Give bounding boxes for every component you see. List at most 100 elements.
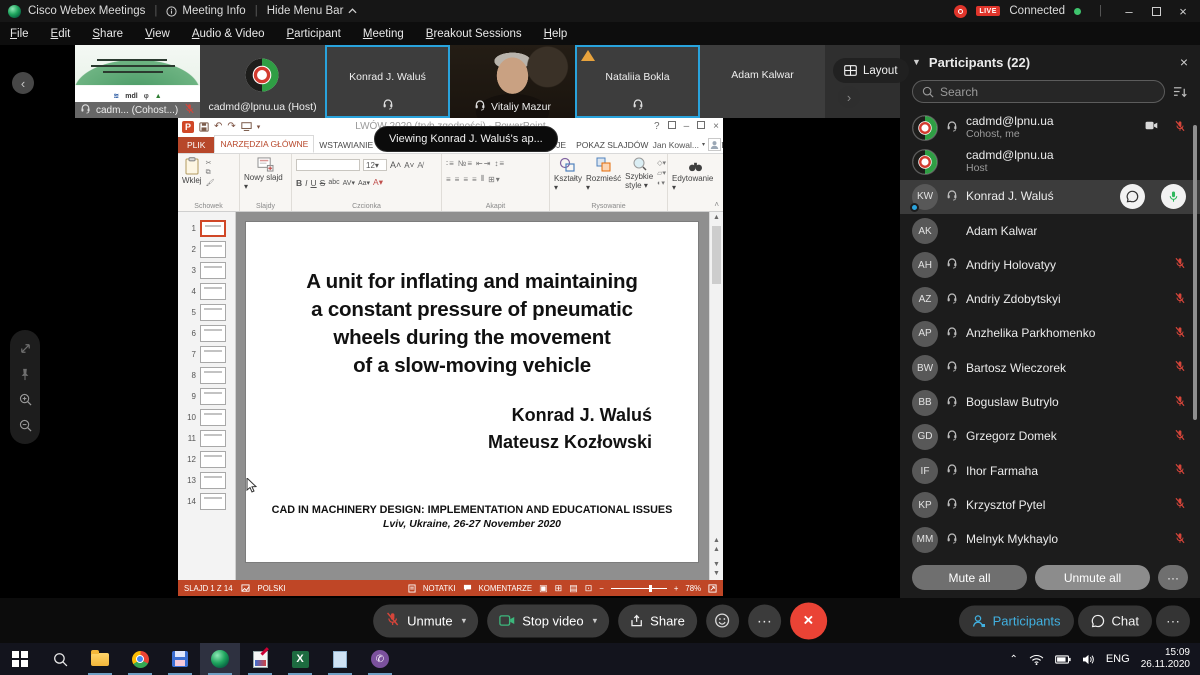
cut-icon[interactable]: ✂ <box>206 159 215 167</box>
taskbar-notepad-button[interactable] <box>320 643 360 675</box>
video-thumb-vitaliy[interactable]: Vitaliy Mazur <box>450 45 575 118</box>
align-right-button[interactable]: ≡ <box>463 175 469 184</box>
search-input[interactable] <box>940 85 1155 99</box>
char-spacing-button[interactable]: AV▾ <box>343 179 355 187</box>
collapse-ribbon-icon[interactable]: ˄ <box>714 200 719 209</box>
comments-button[interactable]: KOMENTARZE <box>479 584 533 593</box>
panel-scrollbar[interactable] <box>1193 125 1197 420</box>
slide-thumbnail-13[interactable]: 13 <box>178 470 235 491</box>
participant-row[interactable]: KPKrzysztof Pytel <box>900 488 1200 522</box>
slide[interactable]: A unit for inflating and maintaining a c… <box>246 222 698 562</box>
layout-button[interactable]: Layout <box>833 58 909 83</box>
slide-sorter-icon[interactable]: ⊞ <box>555 583 563 594</box>
taskbar-search-button[interactable] <box>40 643 80 675</box>
slideshow-icon[interactable]: ⊡ <box>585 583 593 594</box>
start-slideshow-icon[interactable] <box>241 122 252 131</box>
pan-icon[interactable] <box>19 342 32 355</box>
menu-share[interactable]: Share <box>92 28 123 40</box>
panel-more-button[interactable]: ··· <box>1156 605 1190 636</box>
quick-styles-button[interactable]: Szybkie style ▾ <box>625 157 653 190</box>
taskbar-excel-button[interactable]: X <box>280 643 320 675</box>
strikethrough-button[interactable]: S <box>320 178 326 188</box>
slide-thumbnail-6[interactable]: 6 <box>178 323 235 344</box>
shadow-button[interactable]: abc <box>328 179 339 186</box>
participant-row[interactable]: MMMelnyk Mykhaylo <box>900 523 1200 557</box>
format-painter-icon[interactable]: 🖌︎ <box>206 179 215 187</box>
participant-row[interactable]: BWBartosz Wieczorek <box>900 351 1200 385</box>
participants-toggle-button[interactable]: Participants <box>959 605 1074 636</box>
participant-row[interactable]: AHAndriy Holovatyy <box>900 248 1200 282</box>
qat-more-icon[interactable]: ▾ <box>257 123 261 131</box>
font-name-select[interactable] <box>296 159 360 171</box>
arrange-button[interactable]: Rozmieść ▾ <box>586 157 621 192</box>
participant-row[interactable]: AKAdam Kalwar <box>900 214 1200 248</box>
slide-thumbnail-1[interactable]: 1 <box>178 218 235 239</box>
ppt-tab-pokaz-slajdów[interactable]: POKAZ SLAJDÓW <box>571 137 653 153</box>
slide-thumbnail-5[interactable]: 5 <box>178 302 235 323</box>
close-button[interactable]: × <box>1174 4 1192 19</box>
ppt-tab-wstawianie[interactable]: WSTAWIANIE <box>314 137 378 153</box>
align-left-button[interactable]: ≡ <box>446 175 452 184</box>
mic-on-button[interactable] <box>1161 184 1186 209</box>
numbering-button[interactable]: №≡ <box>458 159 473 168</box>
stop-video-button[interactable]: Stop video▾ <box>487 604 609 637</box>
normal-view-icon[interactable]: ▣ <box>539 583 548 594</box>
collapse-panel-icon[interactable]: ▼ <box>912 57 921 67</box>
close-panel-button[interactable]: × <box>1180 54 1188 70</box>
ppt-help-button[interactable]: ? <box>654 121 660 132</box>
taskbar-viber-button[interactable]: ✆ <box>360 643 400 675</box>
grow-font-button[interactable]: A˄ <box>390 160 401 170</box>
clear-format-button[interactable]: A̸ <box>417 160 423 170</box>
ppt-restore-button[interactable] <box>697 121 705 132</box>
copy-icon[interactable]: ⧉ <box>206 169 215 177</box>
participant-row[interactable]: IFIhor Farmaha <box>900 454 1200 488</box>
video-thumb-adam[interactable]: Adam Kalwar <box>700 45 825 118</box>
taskbar-chrome-button[interactable] <box>120 643 160 675</box>
change-case-button[interactable]: Aa▾ <box>358 179 370 187</box>
italic-button[interactable]: I <box>305 178 307 188</box>
participant-row[interactable]: BBBoguslaw Butrylo <box>900 385 1200 419</box>
ppt-vertical-scrollbar[interactable]: ▲ ▲▲ ▼▼ <box>709 212 723 580</box>
menu-file[interactable]: File <box>10 28 29 40</box>
reactions-button[interactable] <box>706 604 739 637</box>
slide-thumbnail-10[interactable]: 10 <box>178 407 235 428</box>
shrink-font-button[interactable]: A˅ <box>404 161 414 170</box>
filmstrip-next-button[interactable]: › <box>838 86 860 108</box>
ppt-minimize-button[interactable]: – <box>684 121 690 132</box>
sort-icon[interactable] <box>1173 85 1188 99</box>
meeting-info-button[interactable]: Meeting Info <box>166 5 245 17</box>
bullets-button[interactable]: ∶≡ <box>446 159 455 168</box>
keyboard-language[interactable]: ENG <box>1106 653 1130 665</box>
new-slide-button[interactable]: Nowy slajd ▾ <box>244 157 287 191</box>
participant-row[interactable]: cadmd@lpnu.uaHost <box>900 145 1200 179</box>
menu-participant[interactable]: Participant <box>287 28 341 40</box>
shape-fill-button[interactable]: ◇▾ <box>657 159 666 167</box>
zoom-out-button[interactable]: − <box>599 584 604 593</box>
text-direction-button[interactable]: ⊞▾ <box>488 175 501 184</box>
zoom-level[interactable]: 78% <box>685 584 701 593</box>
columns-button[interactable]: ⫴ <box>481 174 485 184</box>
language-status[interactable]: POLSKI <box>258 584 286 593</box>
speaker-icon[interactable] <box>1082 654 1095 665</box>
participant-row[interactable]: GDGrzegorz Domek <box>900 420 1200 454</box>
participant-row[interactable]: KWKonrad J. Waluś <box>900 180 1200 214</box>
taskbar-clock[interactable]: 15:0926.11.2020 <box>1141 647 1190 671</box>
unmute-button[interactable]: Unmute▾ <box>373 604 478 637</box>
paste-button[interactable]: Wklej <box>182 157 202 185</box>
scroll-up-icon[interactable]: ▲ <box>710 213 723 222</box>
undo-icon[interactable]: ↶ <box>214 121 222 132</box>
participants-more-button[interactable]: ··· <box>1158 565 1188 590</box>
ppt-tab-plik[interactable]: PLIK <box>178 137 214 153</box>
redo-icon[interactable]: ↷ <box>227 121 235 132</box>
menu-audio-video[interactable]: Audio & Video <box>192 28 265 40</box>
tray-expand-icon[interactable]: ⌃ <box>1009 654 1017 665</box>
bold-button[interactable]: B <box>296 178 302 188</box>
taskbar-save-app-button[interactable] <box>160 643 200 675</box>
zoom-out-icon[interactable] <box>19 419 32 432</box>
slide-thumbnail-7[interactable]: 7 <box>178 344 235 365</box>
font-size-select[interactable]: 12 ▾ <box>363 159 387 171</box>
reading-view-icon[interactable]: ▤ <box>569 583 578 594</box>
slide-thumbnail-2[interactable]: 2 <box>178 239 235 260</box>
indent-buttons[interactable]: ⇤⇥ <box>476 159 491 168</box>
taskbar-explorer-button[interactable] <box>80 643 120 675</box>
